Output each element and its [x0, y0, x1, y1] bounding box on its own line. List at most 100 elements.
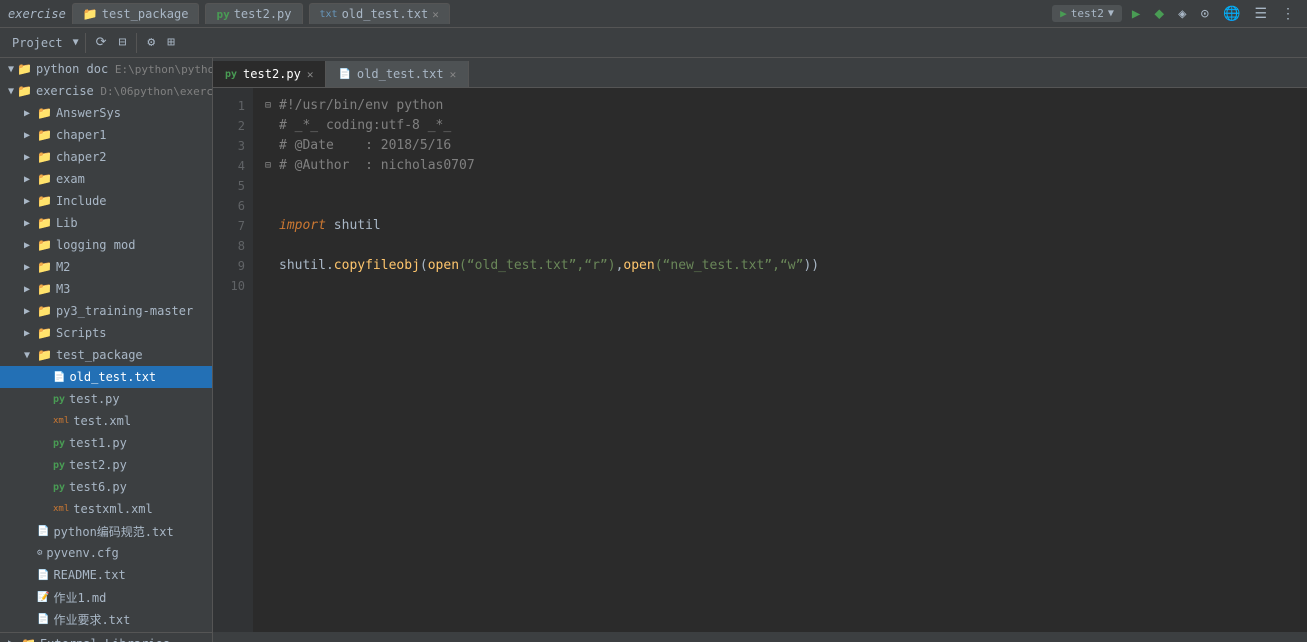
arrow-lib — [24, 218, 34, 229]
sidebar-item-test-py[interactable]: py test.py — [0, 388, 212, 410]
code-line-10 — [265, 276, 1295, 296]
code-line-3: # @Date : 2018/5/16 — [265, 136, 1295, 156]
sidebar-item-m2[interactable]: 📁 M2 — [0, 256, 212, 278]
fold-icon-4[interactable]: ⊟ — [265, 156, 279, 176]
app-name: exercise — [8, 7, 66, 21]
py-icon-test: py — [53, 394, 65, 405]
sidebar-item-pyenv-cfg[interactable]: ⚙ pyvenv.cfg — [0, 542, 212, 564]
folder-python-doc-icon: 📁 — [17, 62, 32, 76]
main-area: 📁 python doc E:\python\python 📁 exercise… — [0, 58, 1307, 642]
sidebar-item-lib[interactable]: 📁 Lib — [0, 212, 212, 234]
sidebar-item-py3training[interactable]: 📁 py3_training-master — [0, 300, 212, 322]
titlebar-tab-test2py[interactable]: py test2.py — [205, 3, 302, 24]
run-config-selector[interactable]: ▶ test2 ▼ — [1052, 5, 1122, 22]
coverage-button[interactable]: ◈ — [1174, 4, 1190, 24]
titlebar-tab-oldtest[interactable]: txt old_test.txt ✕ — [309, 3, 450, 24]
profile-button[interactable]: ⊙ — [1197, 4, 1213, 24]
arrow-answersys — [24, 108, 34, 119]
titlebar-tab-package[interactable]: 📁 test_package — [72, 3, 200, 24]
collapse-button[interactable]: ⊟ — [115, 33, 131, 52]
sidebar-item-testxml-xml[interactable]: xml testxml.xml — [0, 498, 212, 520]
fold-icon-7 — [265, 216, 279, 236]
folder-logging-mod-icon: 📁 — [37, 238, 52, 252]
code-line-4: ⊟ # @Author : nicholas0707 — [265, 156, 1295, 176]
sidebar-item-test-package[interactable]: 📁 test_package — [0, 344, 212, 366]
sidebar-item-old-test-txt[interactable]: 📄 old_test.txt — [0, 366, 212, 388]
inspect-button[interactable]: 🌐 — [1219, 4, 1244, 24]
run-config-icon: ▶ — [1060, 7, 1067, 20]
settings-gear-button[interactable]: ⚙ — [143, 33, 159, 52]
sidebar-item-readme-txt[interactable]: 📄 README.txt — [0, 564, 212, 586]
code-line-7: import shutil — [265, 216, 1295, 236]
sync-button[interactable]: ⟳ — [92, 33, 111, 52]
menu-button[interactable]: ⋮ — [1277, 4, 1299, 24]
sidebar-item-include[interactable]: 📁 Include — [0, 190, 212, 212]
sidebar-item-python-doc[interactable]: 📁 python doc E:\python\python — [0, 58, 212, 80]
arrow-python-doc — [8, 64, 14, 75]
project-label: Project — [6, 34, 69, 52]
close-test2py-tab-icon[interactable]: ✕ — [307, 68, 314, 81]
line-num-7: 7 — [213, 216, 253, 236]
py-icon-test6: py — [53, 482, 65, 493]
code-line-9: shutil.copyfileobj(open(“old_test.txt”,“… — [265, 256, 1295, 276]
sidebar-item-chaper1[interactable]: 📁 chaper1 — [0, 124, 212, 146]
close-oldtest-tab-icon[interactable]: ✕ — [450, 68, 457, 81]
line-num-6: 6 — [213, 196, 253, 216]
folder-chaper2-icon: 📁 — [37, 150, 52, 164]
sidebar: 📁 python doc E:\python\python 📁 exercise… — [0, 58, 213, 642]
code-line-8 — [265, 236, 1295, 256]
txt-tab-icon: 📄 — [338, 69, 350, 80]
view-button[interactable]: ⊞ — [163, 33, 179, 52]
editor-tab-test2py[interactable]: py test2.py ✕ — [213, 61, 326, 87]
sidebar-item-logging-mod[interactable]: 📁 logging mod — [0, 234, 212, 256]
folder-test-package-icon: 📁 — [37, 348, 52, 362]
fold-icon-6 — [265, 196, 279, 216]
code-content[interactable]: ⊟ #!/usr/bin/env python # _*_ coding:utf… — [253, 88, 1307, 632]
sidebar-item-test2-py[interactable]: py test2.py — [0, 454, 212, 476]
xml-icon-test: xml — [53, 416, 69, 426]
project-dropdown-icon[interactable]: ▼ — [73, 37, 79, 48]
folder-exam-icon: 📁 — [37, 172, 52, 186]
txt-icon-old: 📄 — [53, 372, 65, 383]
run-button[interactable]: ▶ — [1128, 4, 1144, 24]
arrow-chaper1 — [24, 130, 34, 141]
arrow-exam — [24, 174, 34, 185]
debug-button[interactable]: ⬥ — [1150, 4, 1168, 24]
py-icon-test1: py — [53, 438, 65, 449]
fold-icon-9 — [265, 256, 279, 276]
editor-tab-oldtest[interactable]: 📄 old_test.txt ✕ — [326, 61, 469, 87]
sidebar-item-test1-py[interactable]: py test1.py — [0, 432, 212, 454]
code-editor[interactable]: 1 2 3 4 5 6 7 8 9 10 ⊟ #!/usr/bin/env py… — [213, 88, 1307, 632]
sidebar-item-test-xml[interactable]: xml test.xml — [0, 410, 212, 432]
py-icon-test2: py — [53, 460, 65, 471]
sidebar-item-m3[interactable]: 📁 M3 — [0, 278, 212, 300]
sidebar-item-chaper2[interactable]: 📁 chaper2 — [0, 146, 212, 168]
arrow-include — [24, 196, 34, 207]
toolbar-separator-1 — [85, 33, 86, 53]
horizontal-scrollbar[interactable] — [213, 632, 1307, 642]
sidebar-item-exercise[interactable]: 📁 exercise D:\06python\exercise — [0, 80, 212, 102]
sidebar-item-answersys[interactable]: 📁 AnswerSys — [0, 102, 212, 124]
line-num-9: 9 — [213, 256, 253, 276]
sidebar-item-homework1[interactable]: 📝 作业1.md — [0, 586, 212, 608]
line-num-10: 10 — [213, 276, 253, 296]
sidebar-item-exam[interactable]: 📁 exam — [0, 168, 212, 190]
sidebar-item-test6-py[interactable]: py test6.py — [0, 476, 212, 498]
arrow-m3 — [24, 284, 34, 295]
dropdown-icon: ▼ — [1108, 8, 1114, 19]
fold-icon-1[interactable]: ⊟ — [265, 96, 279, 116]
arrow-test-package — [24, 350, 34, 361]
sidebar-item-homework-req[interactable]: 📄 作业要求.txt — [0, 608, 212, 630]
sidebar-item-scripts[interactable]: 📁 Scripts — [0, 322, 212, 344]
sidebar-item-python-coding[interactable]: 📄 python编码规范.txt — [0, 520, 212, 542]
close-oldtest-icon[interactable]: ✕ — [432, 8, 439, 21]
arrow-logging-mod — [24, 240, 34, 251]
settings-button[interactable]: ☰ — [1250, 4, 1271, 24]
fold-icon-5 — [265, 176, 279, 196]
arrow-exercise — [8, 86, 14, 97]
fold-icon-8 — [265, 236, 279, 256]
folder-external-libs-icon: 📁 — [21, 637, 36, 642]
sidebar-item-external-libs[interactable]: 📁 External Libraries — [0, 632, 212, 642]
title-bar-right: ▶ test2 ▼ ▶ ⬥ ◈ ⊙ 🌐 ☰ ⋮ — [1052, 4, 1299, 24]
txt-icon-homework-req: 📄 — [37, 614, 49, 625]
